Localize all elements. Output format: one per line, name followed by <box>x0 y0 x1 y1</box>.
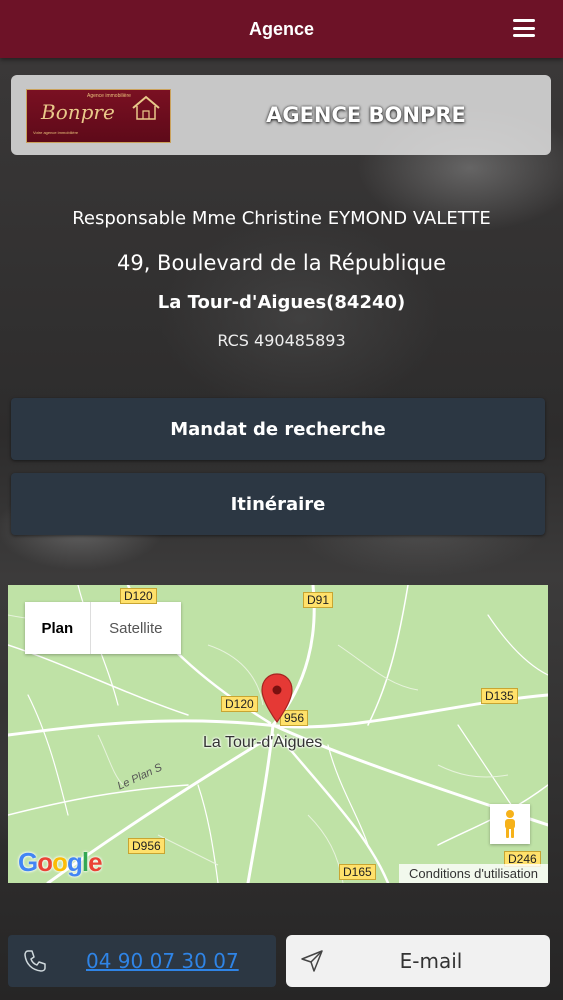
map-pin-icon[interactable] <box>260 673 294 723</box>
house-icon <box>132 95 160 120</box>
map-widget[interactable]: Plan Satellite D120 D91 D120 956 D135 D9… <box>8 585 548 883</box>
logo-tagline: Votre agence immobilière <box>33 130 79 135</box>
logo-brand-text: Bonpre <box>41 100 115 124</box>
road-label-d956-b: D956 <box>128 838 165 854</box>
hamburger-menu-icon[interactable] <box>513 19 535 37</box>
agency-logo: Agence immobilière Bonpre Votre agence i… <box>26 89 171 143</box>
road-label-d120-top: D120 <box>120 588 157 604</box>
map-tab-plan[interactable]: Plan <box>25 602 91 654</box>
map-terms-link[interactable]: Conditions d'utilisation <box>399 864 548 883</box>
logo-small-text: Agence immobilière <box>87 93 131 99</box>
road-label-d120: D120 <box>221 696 258 712</box>
page-title: Agence <box>248 18 315 39</box>
agency-city: La Tour-d'Aigues(84240) <box>157 292 406 313</box>
email-button[interactable]: E-mail <box>286 935 550 987</box>
road-label-d91: D91 <box>303 592 334 608</box>
map-type-toggle: Plan Satellite <box>25 602 181 654</box>
phone-bar[interactable]: 04 90 07 30 07 <box>8 935 276 987</box>
town-label: La Tour-d'Aigues <box>203 734 323 751</box>
phone-number-link[interactable]: 04 90 07 30 07 <box>86 949 239 973</box>
agency-card: Agence immobilière Bonpre Votre agence i… <box>11 75 551 155</box>
google-logo: Google <box>18 847 103 877</box>
email-label: E-mail <box>399 949 463 973</box>
app-header: Agence <box>0 0 563 58</box>
pegman-icon[interactable] <box>490 804 530 844</box>
agency-responsable: Responsable Mme Christine EYMOND VALETTE <box>72 208 491 229</box>
agency-address: 49, Boulevard de la République <box>116 251 447 275</box>
road-label-d135: D135 <box>481 688 518 704</box>
agency-rcs: RCS 490485893 <box>217 331 346 350</box>
mandat-recherche-button[interactable]: Mandat de recherche <box>11 398 545 460</box>
road-label-d165: D165 <box>339 864 376 880</box>
map-tab-satellite[interactable]: Satellite <box>91 602 181 654</box>
phone-icon <box>24 950 46 972</box>
agency-name: AGENCE BONPRE <box>266 103 466 127</box>
itineraire-button[interactable]: Itinéraire <box>11 473 545 535</box>
